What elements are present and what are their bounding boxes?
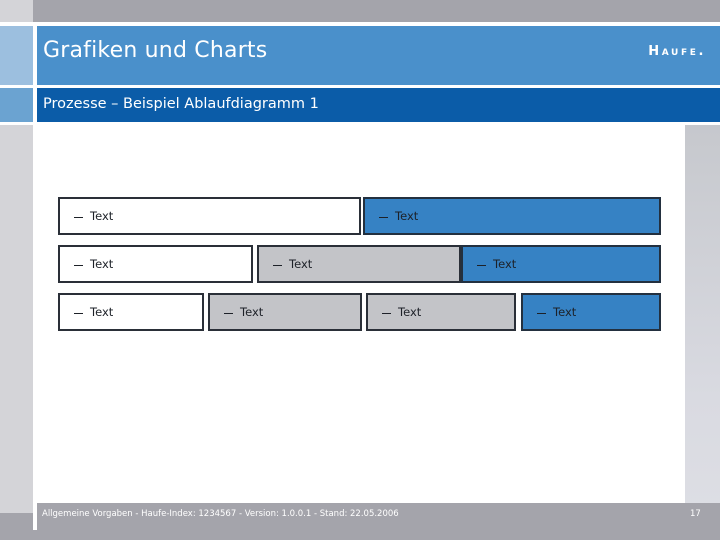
flow-box-r1-c1[interactable]: Text xyxy=(58,197,361,235)
bullet-dash-icon xyxy=(74,216,83,218)
flow-box-r2-c1[interactable]: Text xyxy=(58,245,253,283)
flow-box-label: Text xyxy=(90,257,114,271)
flow-box-label: Text xyxy=(90,305,114,319)
flow-box-r3-c1[interactable]: Text xyxy=(58,293,204,331)
left-rail-body-segment xyxy=(0,125,33,513)
flow-box-label: Text xyxy=(553,305,577,319)
page-title: Grafiken und Charts xyxy=(43,38,268,63)
flow-box-label: Text xyxy=(90,209,114,223)
flow-box-r3-c4[interactable]: Text xyxy=(521,293,661,331)
top-strip-light xyxy=(0,0,33,22)
haufe-logo: Haufe. xyxy=(648,44,706,59)
page-subtitle: Prozesse – Beispiel Ablaufdiagramm 1 xyxy=(43,96,319,112)
bullet-dash-icon xyxy=(382,312,391,314)
bullet-dash-icon xyxy=(537,312,546,314)
flow-box-label: Text xyxy=(240,305,264,319)
left-rail-title-segment xyxy=(0,26,33,85)
bullet-dash-icon xyxy=(74,264,83,266)
bullet-dash-icon xyxy=(224,312,233,314)
bullet-dash-icon xyxy=(379,216,388,218)
flow-box-label: Text xyxy=(289,257,313,271)
flow-box-label: Text xyxy=(395,209,419,223)
flow-box-label: Text xyxy=(493,257,517,271)
flow-box-label: Text xyxy=(398,305,422,319)
flow-box-r2-c3[interactable]: Text xyxy=(461,245,661,283)
left-rail-subtitle-segment xyxy=(0,88,33,122)
footer-metadata: Allgemeine Vorgaben - Haufe-Index: 12345… xyxy=(42,509,399,519)
bullet-dash-icon xyxy=(74,312,83,314)
slide-canvas: Grafiken und Charts Haufe. Prozesse – Be… xyxy=(0,0,720,540)
footer-bottom-strip xyxy=(0,530,720,540)
flow-box-r1-c2[interactable]: Text xyxy=(363,197,661,235)
bullet-dash-icon xyxy=(273,264,282,266)
flow-box-r3-c2[interactable]: Text xyxy=(208,293,362,331)
flow-box-r3-c3[interactable]: Text xyxy=(366,293,516,331)
top-strip-dark xyxy=(33,0,720,22)
bullet-dash-icon xyxy=(477,264,486,266)
right-gradient-strip xyxy=(685,125,720,513)
flow-box-r2-c2[interactable]: Text xyxy=(257,245,461,283)
page-number: 17 xyxy=(690,509,701,519)
